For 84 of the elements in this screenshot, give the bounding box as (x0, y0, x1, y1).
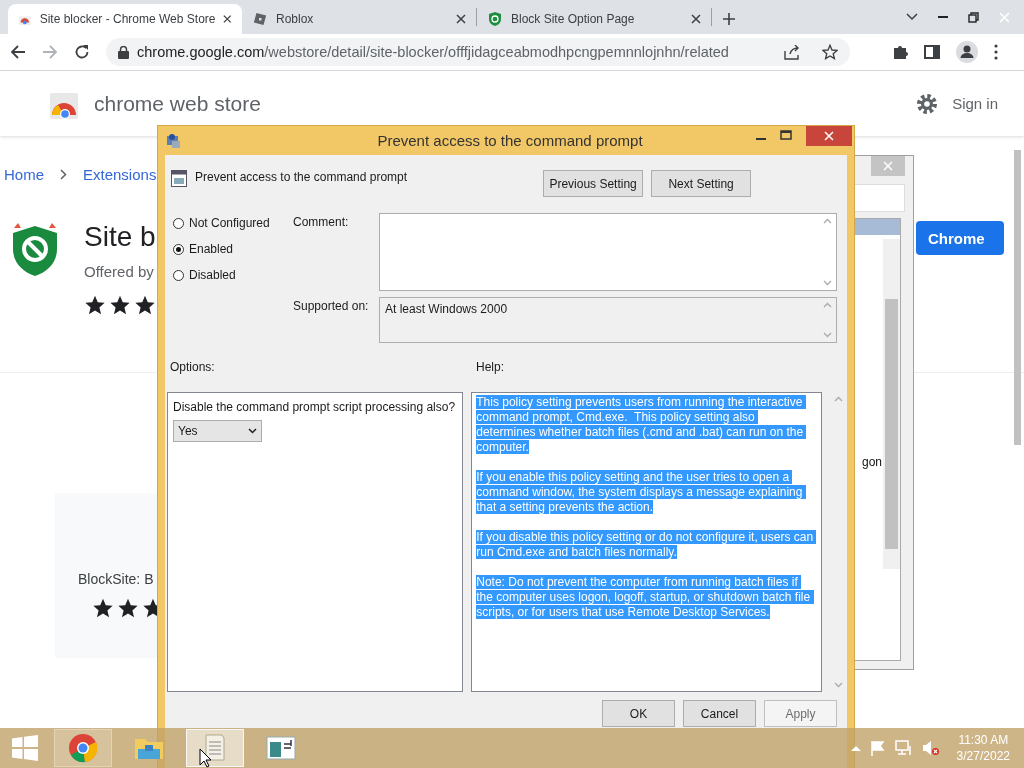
setting-name: Prevent access to the command prompt (195, 170, 408, 184)
shield-icon (487, 11, 503, 27)
options-label: Options: (169, 360, 216, 376)
star-icon (117, 597, 139, 619)
scroll-up-icon[interactable] (823, 218, 832, 224)
star-icon (134, 294, 156, 316)
comment-label: Comment: (293, 214, 350, 231)
radio-label: Not Configured (189, 216, 270, 230)
window-icon (266, 735, 296, 761)
nav-button[interactable]: Previous Setting (543, 170, 644, 197)
menu-icon[interactable] (994, 44, 998, 60)
breadcrumb-link[interactable]: Home (4, 166, 44, 183)
maximize-icon[interactable] (780, 130, 792, 140)
radio-label: Enabled (189, 242, 234, 256)
reload-icon[interactable] (74, 44, 90, 60)
star-icon (109, 294, 131, 316)
list-item-text: gon (862, 455, 883, 469)
sign-in-link[interactable]: Sign in (952, 95, 998, 112)
back-icon[interactable] (10, 44, 26, 60)
speaker-muted-icon[interactable] (921, 740, 940, 756)
avatar-icon[interactable] (956, 41, 978, 63)
browser-tab[interactable]: Roblox (242, 4, 476, 34)
radio-button[interactable] (173, 217, 184, 229)
chevron-down-icon[interactable] (906, 13, 918, 21)
restore-icon[interactable] (968, 11, 979, 23)
new-tab-icon[interactable] (722, 12, 736, 26)
close-icon[interactable] (691, 14, 701, 24)
scroll-down-icon[interactable] (823, 280, 832, 286)
store-title: chrome web store (94, 91, 261, 116)
comment-field[interactable] (379, 213, 837, 291)
lock-icon (118, 45, 129, 59)
scroll-up-icon[interactable] (834, 396, 844, 402)
supported-field: At least Windows 2000 (379, 297, 837, 343)
document-icon (203, 733, 227, 763)
caret-up-icon[interactable] (850, 745, 861, 751)
star-icon (92, 597, 114, 619)
option-label: Disable the command prompt script processing also? (173, 400, 457, 414)
policy-icon (166, 132, 182, 149)
offered-by-text: Offered by (84, 263, 155, 280)
browser-tab[interactable]: Site blocker - Chrome Web Store (8, 4, 242, 34)
radio-option[interactable]: Enabled (173, 242, 293, 256)
chevron-right-icon (60, 169, 67, 180)
cursor-icon (199, 748, 212, 768)
card-title: BlockSite: B (78, 571, 155, 587)
scrollbar-thumb[interactable] (885, 299, 898, 549)
scrollbar[interactable] (1014, 150, 1021, 445)
scroll-down-icon[interactable] (834, 682, 844, 688)
close-button[interactable] (806, 126, 852, 146)
caret-icon (248, 428, 257, 434)
share-icon[interactable] (784, 44, 800, 60)
scroll-up-icon[interactable] (823, 302, 832, 308)
add-to-chrome-button[interactable]: Chrome (916, 221, 1004, 255)
settings-icon[interactable] (916, 92, 939, 115)
address-bar[interactable]: chrome.google.com/webstore/detail/site-blocker/offfjidagceabmodhpcngpemnnlojnhn/related (106, 38, 850, 66)
setting-icon (171, 170, 187, 187)
puzzle-icon[interactable] (892, 44, 908, 60)
supported-label: Supported on: (293, 298, 370, 315)
scroll-down-icon[interactable] (823, 332, 832, 338)
taskbar-app[interactable] (54, 729, 112, 767)
dialog-button[interactable]: OK (602, 700, 675, 727)
extension-title: Site b (84, 221, 156, 253)
close-icon[interactable] (456, 14, 466, 24)
forward-icon[interactable] (42, 44, 58, 60)
radio-button[interactable] (173, 269, 184, 281)
help-label: Help: (476, 360, 504, 376)
close-icon[interactable] (223, 14, 232, 24)
browser-tab[interactable]: Block Site Option Page (477, 4, 711, 34)
chrome-icon (68, 733, 98, 763)
window-title: Prevent access to the command prompt (377, 132, 643, 149)
radio-button[interactable] (173, 243, 184, 255)
taskbar-app[interactable] (186, 729, 244, 767)
clock-time: 11:30 AM (958, 732, 1009, 748)
star-icon (84, 294, 106, 316)
clock-date: 3/27/2022 (956, 748, 1010, 764)
breadcrumb-link[interactable]: Extensions (83, 166, 157, 183)
radio-label: Disabled (189, 268, 236, 282)
help-paragraph: If you disable this policy setting or do not configure it, users can run Cmd.exe and batch files normally. (476, 530, 818, 560)
radio-option[interactable]: Not Configured (173, 216, 293, 230)
star-outline-icon[interactable] (822, 44, 838, 60)
radio-option[interactable]: Disabled (173, 268, 293, 282)
side-panel-icon[interactable] (924, 44, 940, 60)
nav-button[interactable]: Next Setting (651, 170, 752, 197)
option-dropdown[interactable]: Yes (173, 420, 262, 442)
dialog-button[interactable]: Cancel (683, 700, 756, 727)
